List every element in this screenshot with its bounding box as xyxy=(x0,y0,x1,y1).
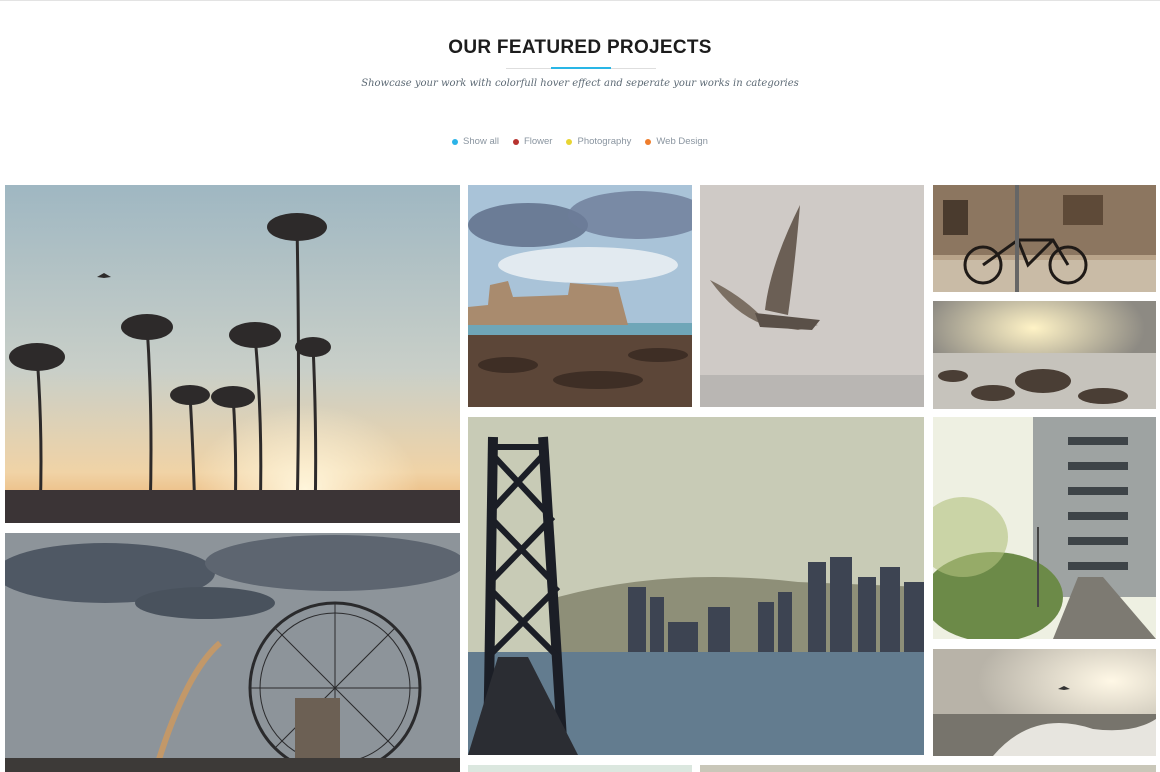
filter-show-all[interactable]: Show all xyxy=(452,136,499,147)
gallery-item-fortress[interactable] xyxy=(468,185,692,407)
waves-photo xyxy=(933,649,1156,756)
filter-photography[interactable]: Photography xyxy=(566,136,631,147)
filter-label: Photography xyxy=(577,136,632,147)
filter-flower[interactable]: Flower xyxy=(512,136,553,147)
gallery-item-ferris-wheel[interactable] xyxy=(5,533,460,772)
filter-bar: Show all Flower Photography Web Design xyxy=(0,136,1160,147)
dot-icon xyxy=(512,138,519,145)
title-divider-accent xyxy=(551,67,611,69)
gallery-item-misty-street[interactable] xyxy=(933,417,1156,639)
dot-icon xyxy=(645,138,652,145)
fortress-photo xyxy=(468,185,692,407)
gallery-item-palm-trees[interactable] xyxy=(5,185,460,523)
gallery-item-bicycle[interactable] xyxy=(933,185,1156,292)
section-title: OUR FEATURED PROJECTS xyxy=(448,37,712,58)
top-border xyxy=(0,0,1160,1)
ferris-wheel-photo xyxy=(5,533,460,772)
rocky-shore-photo xyxy=(933,301,1156,409)
misty-street-photo xyxy=(933,417,1156,639)
palm-trees-photo xyxy=(5,185,460,523)
filter-web-design[interactable]: Web Design xyxy=(645,136,708,147)
filter-label: Web Design xyxy=(656,136,708,147)
bicycle-photo xyxy=(933,185,1156,292)
filter-label: Flower xyxy=(523,136,553,147)
dot-icon xyxy=(566,138,573,145)
gallery-item-bay-bridge[interactable] xyxy=(468,417,924,755)
gallery-item-partial-left[interactable] xyxy=(468,765,692,772)
gallery-item-rocky-shore[interactable] xyxy=(933,301,1156,409)
gallery-item-waves[interactable] xyxy=(933,649,1156,756)
seagull-photo xyxy=(700,185,924,407)
bay-bridge-photo xyxy=(468,417,924,755)
dot-icon xyxy=(452,138,459,145)
gallery-item-seagull[interactable] xyxy=(700,185,924,407)
section-subtitle: Showcase your work with colorfull hover … xyxy=(361,78,799,89)
filter-label: Show all xyxy=(463,136,499,147)
gallery-item-partial-right[interactable] xyxy=(700,765,1156,772)
